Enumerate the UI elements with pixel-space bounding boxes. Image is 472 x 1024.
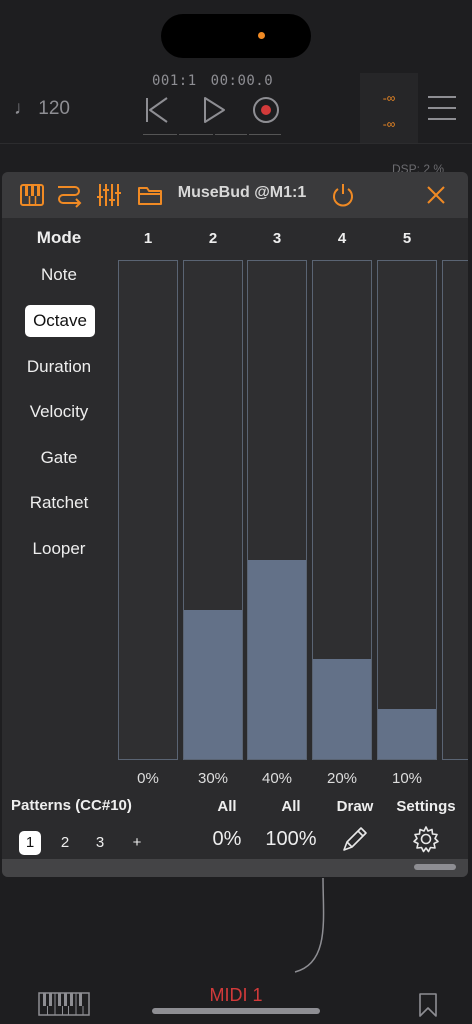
plugin-window: MuseBud @M1:1 Mode Note Octave Duration …: [2, 172, 468, 877]
step-5-value: 10%: [391, 770, 423, 787]
mode-octave[interactable]: Octave: [25, 305, 95, 337]
step-4-header: 4: [337, 230, 347, 247]
transport-underline: [179, 134, 213, 135]
step-2-header: 2: [208, 230, 218, 247]
step-1-header: 1: [143, 230, 153, 247]
step-1-slider[interactable]: [118, 260, 178, 760]
output-meter[interactable]: -∞ -∞: [360, 73, 418, 143]
meter-bottom-value: -∞: [382, 117, 396, 131]
step-5-header: 5: [402, 230, 412, 247]
plugin-title: MuseBud @M1:1: [177, 184, 307, 201]
transport-underline: [143, 134, 177, 135]
piano-keys-icon[interactable]: [18, 181, 46, 209]
step-5-slider[interactable]: [377, 260, 437, 760]
set-all-min-label: All: [217, 798, 237, 815]
step-3-fill: [248, 559, 306, 759]
pattern-3-button[interactable]: 3: [89, 831, 111, 855]
step-2-value: 30%: [197, 770, 229, 787]
step-3-slider[interactable]: [247, 260, 307, 760]
mode-note[interactable]: Note: [12, 259, 106, 291]
routing-icon[interactable]: [55, 181, 83, 209]
transport-underline: [215, 134, 247, 135]
close-icon[interactable]: [422, 181, 450, 209]
connection-cable: [294, 878, 325, 973]
pattern-2-button[interactable]: 2: [54, 831, 76, 855]
settings-gear-icon[interactable]: [410, 823, 442, 855]
patterns-label: Patterns (CC#10): [11, 797, 132, 814]
position-bars: 001:1: [152, 73, 197, 89]
keyboard-icon[interactable]: [38, 992, 90, 1016]
dynamic-island: [161, 14, 311, 58]
mode-ratchet[interactable]: Ratchet: [12, 487, 106, 519]
pattern-1-button[interactable]: 1: [19, 831, 41, 855]
mode-duration[interactable]: Duration: [12, 351, 106, 383]
step-4-fill: [313, 659, 371, 759]
host-divider: [0, 143, 472, 144]
rewind-button[interactable]: [140, 92, 176, 128]
draw-label: Draw: [336, 798, 374, 815]
step-5-fill: [378, 709, 436, 759]
step-2-fill: [184, 609, 242, 759]
step-1-value: 0%: [137, 770, 159, 787]
set-all-max-label: All: [281, 798, 301, 815]
meter-top-value: -∞: [382, 91, 396, 105]
resize-handle[interactable]: [414, 864, 456, 870]
play-button[interactable]: [196, 92, 232, 128]
hamburger-menu-icon[interactable]: [428, 96, 456, 124]
panel-footer-bar: [2, 859, 468, 877]
app-root: ♩ 120 001:1 00:00.0 -∞ -∞ DSP: 2 % MuseB…: [0, 0, 472, 1024]
step-3-value: 40%: [261, 770, 293, 787]
plugin-header: MuseBud @M1:1: [2, 172, 468, 218]
mode-velocity[interactable]: Velocity: [12, 396, 106, 428]
add-pattern-button[interactable]: +: [126, 831, 148, 855]
tempo-display[interactable]: ♩ 120: [14, 98, 70, 120]
set-all-min-button[interactable]: 0%: [192, 828, 262, 851]
position-counter: 001:1 00:00.0: [152, 73, 287, 89]
play-icon: [204, 97, 225, 123]
settings-label: Settings: [396, 798, 456, 815]
record-icon: [253, 97, 279, 123]
mixer-sliders-icon[interactable]: [95, 181, 123, 209]
step-4-value: 20%: [326, 770, 358, 787]
set-all-max-button[interactable]: 100%: [256, 828, 326, 851]
bookmark-icon[interactable]: [418, 992, 438, 1018]
rewind-icon: [146, 97, 168, 123]
draw-pencil-icon[interactable]: [339, 823, 371, 855]
step-3-header: 3: [272, 230, 282, 247]
record-button[interactable]: [248, 92, 284, 128]
mode-looper[interactable]: Looper: [12, 533, 106, 565]
step-6-slider-partial[interactable]: [442, 260, 468, 760]
position-time: 00:00.0: [210, 73, 274, 89]
transport-underline: [249, 134, 281, 135]
home-indicator[interactable]: [152, 1008, 320, 1014]
recording-indicator-dot: [258, 32, 265, 39]
power-icon[interactable]: [329, 181, 357, 209]
mode-heading: Mode: [36, 228, 82, 247]
mode-gate[interactable]: Gate: [12, 442, 106, 474]
track-name[interactable]: MIDI 1: [180, 985, 292, 1006]
step-4-slider[interactable]: [312, 260, 372, 760]
step-2-slider[interactable]: [183, 260, 243, 760]
